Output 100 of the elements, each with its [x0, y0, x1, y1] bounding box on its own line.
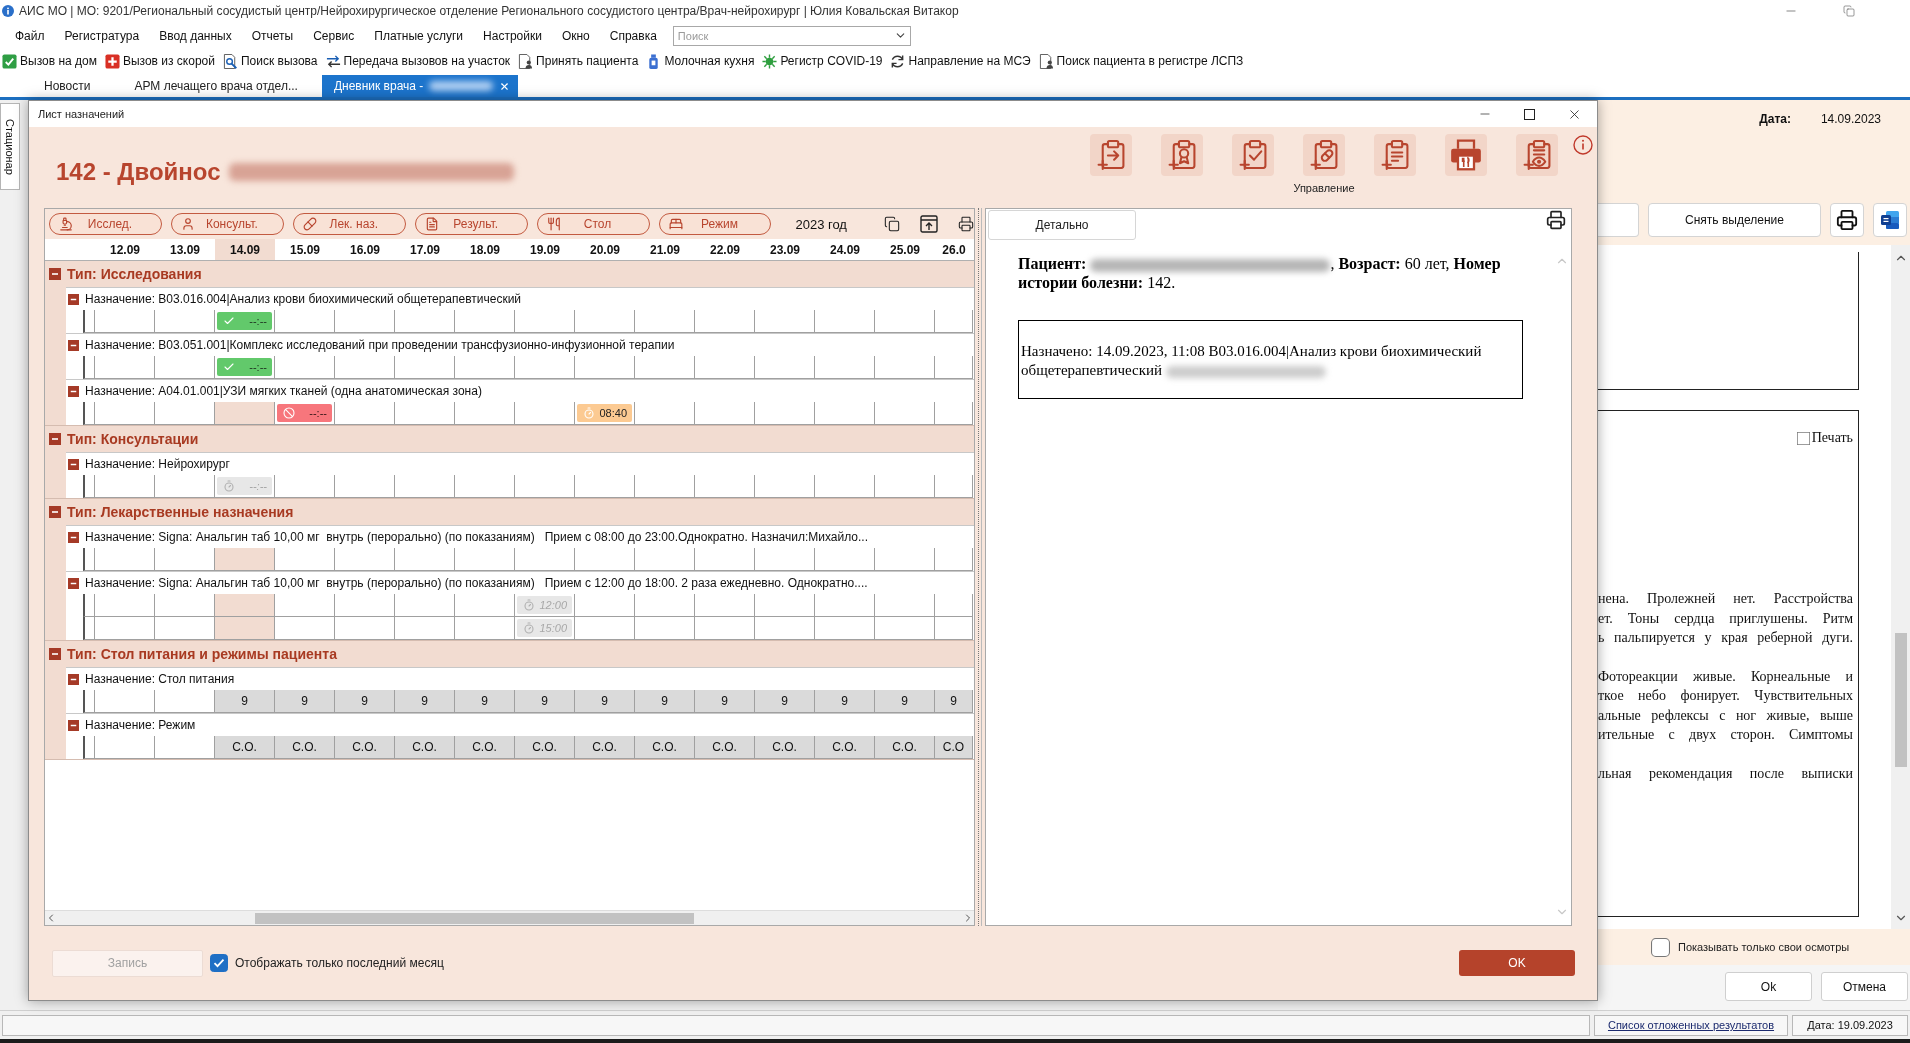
filter-button[interactable]: Стол: [536, 213, 650, 235]
menu-item[interactable]: Файл: [5, 28, 55, 43]
menu-item[interactable]: Отчеты: [241, 28, 304, 43]
minus-box-icon[interactable]: [68, 293, 79, 305]
table-cell: С.О.: [815, 736, 875, 759]
minus-box-icon[interactable]: [68, 385, 79, 397]
minus-box-icon[interactable]: [68, 577, 79, 589]
time-text: --:--: [309, 407, 327, 419]
time-text: 08:40: [599, 407, 627, 419]
filter-button[interactable]: Консульт.: [170, 213, 284, 235]
dialog-button[interactable]: Ok: [1725, 972, 1812, 1001]
menu-item[interactable]: Ввод данных: [149, 28, 242, 43]
print-button[interactable]: [1830, 203, 1864, 237]
toolbar-button[interactable]: [1161, 134, 1203, 176]
print-button[interactable]: [1546, 210, 1566, 230]
print-button[interactable]: [957, 216, 974, 232]
minus-box-icon[interactable]: [49, 648, 61, 660]
scrollbar-thumb[interactable]: [255, 912, 694, 924]
tab[interactable]: Детально: [988, 210, 1136, 240]
toolbar-button[interactable]: Вызов из скорой: [104, 53, 215, 69]
menu-item[interactable]: Сервис: [303, 28, 365, 43]
stopwatch-icon: [583, 407, 595, 419]
export-button[interactable]: [919, 215, 938, 233]
patient-heading: 142 - Двойнос: [56, 158, 514, 186]
close-icon[interactable]: [499, 80, 511, 92]
clear-selection-button[interactable]: Снять выделение: [1648, 203, 1821, 237]
assignment-title: Назначение: Нейрохирург: [85, 457, 230, 471]
menu-item[interactable]: Справка: [599, 28, 667, 43]
restore-icon: [1843, 5, 1855, 17]
search-icon: [223, 53, 238, 69]
menu-item[interactable]: Окно: [551, 28, 600, 43]
toolbar-button[interactable]: Направление на МСЭ: [890, 53, 1031, 69]
table-cell: С.О: [935, 736, 973, 759]
table-cell: [875, 617, 935, 640]
tab[interactable]: АРМ лечащего врача отдел...: [114, 75, 318, 97]
toolbar-button[interactable]: [1445, 134, 1487, 176]
minus-box-icon[interactable]: [68, 339, 79, 351]
dialog-button[interactable]: Отмена: [1821, 972, 1908, 1001]
ok-button[interactable]: OK: [1459, 950, 1575, 976]
text-line: альные рефлексы с ног живые, выше: [1598, 706, 1853, 725]
minus-box-icon[interactable]: [68, 673, 79, 685]
toolbar-button[interactable]: Молочная кухня: [646, 53, 755, 69]
checkbox[interactable]: [210, 954, 228, 972]
time-text: --:--: [249, 315, 267, 327]
toolbar-button[interactable]: Поиск пациента в регистре ЛСПЗ: [1038, 53, 1244, 69]
check-icon: [223, 315, 235, 327]
minus-box-icon[interactable]: [49, 506, 61, 518]
word-export-button[interactable]: [1873, 203, 1907, 237]
toolbar-button[interactable]: [1232, 134, 1274, 176]
menu-item[interactable]: Настройки: [473, 28, 552, 43]
today-cell: [215, 548, 275, 571]
toolbar-button[interactable]: Поиск вызова: [223, 53, 318, 69]
group-title: Тип: Консультации: [67, 431, 199, 447]
table-cell: С.О.: [515, 736, 575, 759]
text-line: ь пальпируется у края реберной дуги.: [1598, 629, 1853, 647]
copy-button[interactable]: [883, 216, 900, 232]
minus-box-icon[interactable]: [49, 433, 61, 445]
clipboard-check-icon: [1238, 140, 1268, 170]
assignment-title: Назначение: B03.051.001|Комплекс исследований при проведении трансфузионно-инфузионной терапии: [85, 338, 675, 352]
toolbar-button[interactable]: [1374, 134, 1416, 176]
filter-button[interactable]: Результ.: [414, 213, 528, 235]
toolbar-button[interactable]: Принять пациента: [518, 53, 639, 69]
minus-box-icon[interactable]: [49, 268, 61, 280]
minus-box-icon[interactable]: [68, 719, 79, 731]
tab[interactable]: Дневник врача -: [321, 75, 519, 97]
assignment-title: Назначение: Режим: [85, 718, 196, 732]
date-header[interactable]: 14.09: [215, 239, 275, 260]
checkbox[interactable]: [1796, 431, 1810, 445]
toolbar-button[interactable]: [1516, 134, 1558, 176]
date-label: Дата:: [1759, 112, 1791, 126]
table-cell: [155, 617, 215, 640]
toolbar-button[interactable]: [1303, 134, 1345, 176]
toolbar-button[interactable]: Регистр COVID-19: [762, 53, 883, 69]
tab[interactable]: Новости: [24, 75, 111, 97]
assignment-entry: Назначено: 14.09.2023, 11:08 B03.016.004|Анализ крови биохимический общетерапевтический: [1018, 320, 1523, 399]
filter-button[interactable]: Исслед.: [49, 213, 162, 235]
pill-icon: [302, 217, 317, 231]
side-tab[interactable]: Стационар: [0, 103, 20, 190]
menu-item[interactable]: Регистратура: [54, 28, 150, 43]
table-cell: 9: [515, 690, 575, 713]
toolbar-button[interactable]: [1090, 134, 1132, 176]
info-icon[interactable]: [1573, 135, 1593, 155]
filter-button[interactable]: Режим: [658, 213, 772, 235]
deferred-results-link[interactable]: Список отложенных результатов: [1607, 1019, 1775, 1031]
scrollbar-thumb[interactable]: [1894, 633, 1907, 767]
document-person-icon: [518, 53, 534, 69]
minus-box-icon[interactable]: [68, 458, 79, 470]
group-title: Тип: Стол питания и режимы пациента: [67, 646, 337, 662]
stopwatch-icon: [223, 480, 235, 492]
time-text: 12:00: [539, 599, 567, 611]
text-line: нена. Пролежней нет. Расстройства: [1598, 590, 1853, 608]
toolbar-button[interactable]: Передача вызовов на участок: [325, 53, 511, 69]
minus-box-icon[interactable]: [68, 531, 79, 543]
filter-button[interactable]: Лек. наз.: [292, 213, 406, 235]
checkbox[interactable]: [1651, 937, 1670, 957]
table-cell: [155, 594, 215, 617]
checkbox-label: Печать: [1811, 430, 1853, 446]
menu-item[interactable]: Платные услуги: [364, 28, 474, 43]
status-date: Дата: 19.09.2023: [1807, 1019, 1893, 1031]
toolbar-button[interactable]: Вызов на дом: [2, 53, 97, 69]
